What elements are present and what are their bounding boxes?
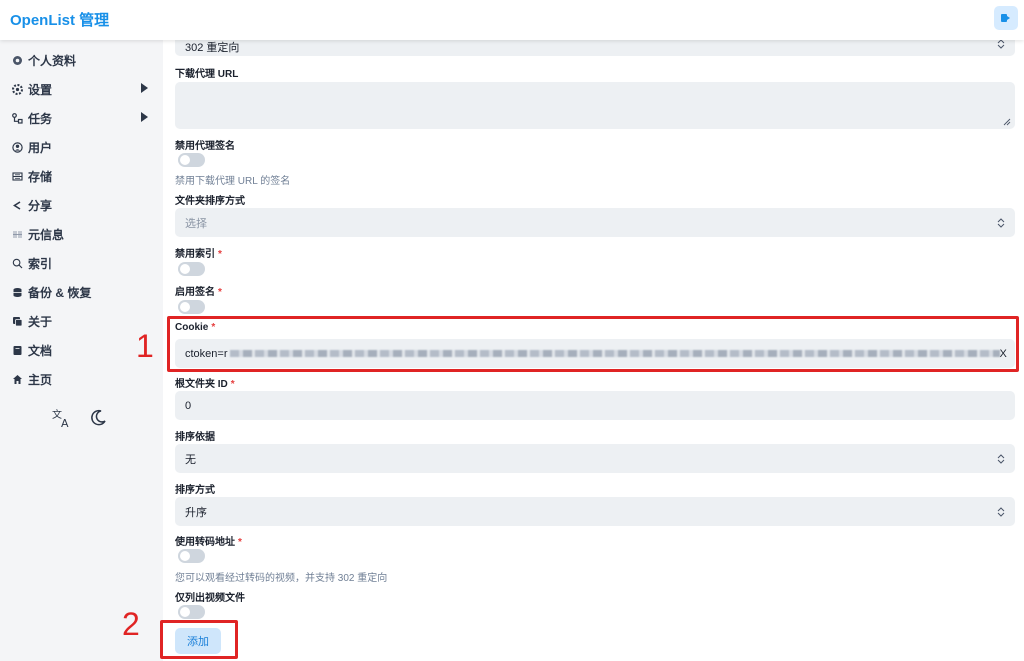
sidebar-item-label: 任务 — [28, 111, 53, 126]
enable-sign-toggle[interactable] — [178, 300, 205, 314]
resize-handle-icon[interactable] — [1003, 118, 1011, 126]
select-chevron-icon — [997, 506, 1005, 517]
annotation-box-add — [160, 620, 238, 659]
enable-sign-label: 启用签名 * — [175, 283, 222, 298]
flow-icon — [10, 111, 24, 125]
sidebar-item-label: 备份 & 恢复 — [28, 285, 92, 300]
select-chevron-icon — [997, 453, 1005, 464]
sidebar-item-label: 主页 — [28, 372, 53, 387]
disable-index-label: 禁用索引 * — [175, 245, 222, 260]
select-placeholder: 选择 — [185, 217, 207, 230]
sidebar-item-backup[interactable]: 备份 & 恢复 — [10, 281, 155, 303]
sidebar-item-label: 索引 — [28, 256, 53, 271]
order-direction-label: 排序方式 — [175, 485, 215, 496]
sidebar-item-label: 分享 — [28, 198, 53, 213]
user-circle-icon — [10, 140, 24, 154]
redirect-select[interactable]: 302 重定向 — [175, 40, 1015, 56]
select-value: 无 — [185, 453, 196, 466]
search-icon — [10, 256, 24, 270]
order-by-select[interactable]: 无 — [175, 444, 1015, 473]
order-direction-select[interactable]: 升序 — [175, 497, 1015, 526]
annotation-number-1: 1 — [136, 328, 154, 364]
sidebar-item-meta[interactable]: 元信息 — [10, 223, 155, 245]
database-icon — [10, 285, 24, 299]
logout-button[interactable] — [994, 6, 1018, 30]
sidebar-item-about[interactable]: 关于 — [10, 310, 155, 332]
required-mark: * — [218, 287, 222, 298]
only-video-label: 仅列出视频文件 — [175, 593, 245, 604]
home-icon — [10, 372, 24, 386]
sidebar-item-home[interactable]: 主页 — [10, 368, 155, 390]
only-video-toggle[interactable] — [178, 605, 205, 619]
sidebar-item-storage[interactable]: 存储 — [10, 165, 155, 187]
sidebar-item-label: 文档 — [28, 343, 53, 358]
sidebar-tools: 文A — [52, 408, 108, 433]
translate-icon[interactable]: 文A — [52, 408, 74, 433]
logout-icon — [1001, 14, 1010, 22]
required-mark: * — [218, 249, 222, 260]
order-by-label: 排序依据 — [175, 432, 215, 443]
use-transcode-toggle[interactable] — [178, 549, 205, 563]
caret-right-icon — [141, 83, 148, 93]
label-text: 启用签名 — [175, 287, 215, 298]
select-value: 升序 — [185, 506, 207, 519]
select-value: 302 重定向 — [185, 42, 240, 54]
book-icon — [10, 343, 24, 357]
sidebar-item-label: 设置 — [28, 82, 53, 97]
download-proxy-url-label: 下载代理 URL — [175, 69, 239, 80]
sidebar-item-label: 元信息 — [28, 227, 65, 242]
sidebar-item-users[interactable]: 用户 — [10, 136, 155, 158]
caret-right-icon — [141, 112, 148, 122]
meta-icon — [10, 227, 24, 241]
required-mark: * — [238, 537, 242, 548]
disable-index-toggle[interactable] — [178, 262, 205, 276]
select-chevron-icon — [997, 40, 1005, 49]
sidebar-item-settings[interactable]: 设置 — [10, 78, 155, 100]
sidebar-item-label: 存储 — [28, 169, 53, 184]
disable-proxy-sign-toggle[interactable] — [178, 153, 205, 167]
gear-hex-icon — [10, 53, 24, 67]
gear-icon — [10, 82, 24, 96]
label-text: 禁用索引 — [175, 249, 215, 260]
sidebar-item-profile[interactable]: 个人资料 — [10, 49, 155, 71]
annotation-box-cookie — [167, 316, 1019, 372]
sidebar-item-index[interactable]: 索引 — [10, 252, 155, 274]
root-folder-id-label: 根文件夹 ID * — [175, 375, 235, 390]
select-chevron-icon — [997, 217, 1005, 228]
folder-sort-label: 文件夹排序方式 — [175, 196, 245, 207]
disable-proxy-sign-label: 禁用代理签名 — [175, 141, 235, 152]
folder-sort-select[interactable]: 选择 — [175, 208, 1015, 237]
input-value: 0 — [185, 399, 192, 412]
storage-icon — [10, 169, 24, 183]
sidebar-item-share[interactable]: 分享 — [10, 194, 155, 216]
copy-icon — [10, 314, 24, 328]
disable-proxy-sign-hint: 禁用下载代理 URL 的签名 — [175, 176, 291, 187]
sidebar-item-label: 个人资料 — [28, 53, 77, 68]
top-header: OpenList 管理 — [0, 0, 1024, 40]
svg-text:A: A — [61, 417, 69, 428]
share-icon — [10, 198, 24, 212]
brand-title[interactable]: OpenList 管理 — [10, 9, 109, 30]
label-text: 使用转码地址 — [175, 537, 235, 548]
annotation-number-2: 2 — [122, 606, 140, 642]
sidebar-item-tasks[interactable]: 任务 — [10, 107, 155, 129]
sidebar-item-label: 关于 — [28, 314, 53, 329]
download-proxy-url-textarea[interactable] — [175, 82, 1015, 129]
required-mark: * — [230, 379, 235, 390]
use-transcode-hint: 您可以观看经过转码的视频，并支持 302 重定向 — [175, 573, 388, 584]
sidebar-item-label: 用户 — [28, 140, 53, 155]
root-folder-id-input[interactable]: 0 — [175, 391, 1015, 420]
dark-mode-icon[interactable] — [88, 408, 108, 433]
sidebar-item-docs[interactable]: 文档 — [10, 339, 155, 361]
label-text: 根文件夹 ID — [175, 379, 228, 390]
use-transcode-label: 使用转码地址 * — [175, 533, 242, 548]
